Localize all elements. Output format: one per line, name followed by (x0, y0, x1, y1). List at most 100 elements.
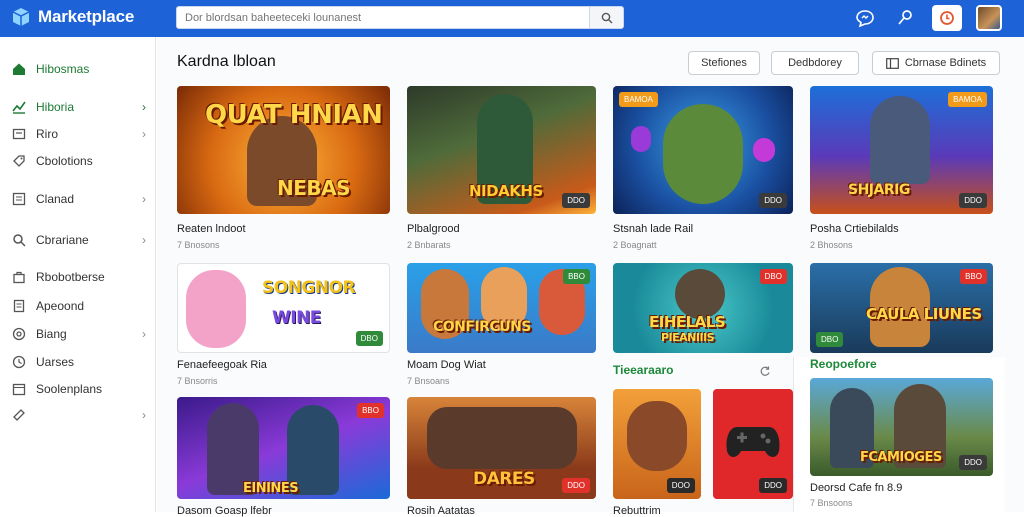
sidebar-item-5[interactable]: Cbrariane › (12, 229, 146, 251)
sidebar-item-0[interactable]: Hibosmas (12, 58, 146, 80)
game-name: Dasom Goasp lfebr (177, 505, 272, 517)
notification-icon (940, 11, 954, 25)
game-art-title: NIDAKHS (469, 182, 543, 200)
calendar-icon (12, 382, 26, 396)
top-actions (852, 5, 1002, 31)
user-avatar[interactable] (976, 5, 1002, 31)
game-name: Posha Crtiebilalds (810, 223, 899, 235)
box-icon (12, 127, 26, 141)
notifications-button[interactable] (932, 5, 962, 31)
header-button-0[interactable]: Stefiones (688, 51, 760, 75)
section-title: Tieearaaro (613, 363, 674, 377)
game-art-title: CAULA LIUNES (866, 305, 982, 323)
sidebar-item-label: Rbobotberse (36, 270, 105, 284)
header-button-1[interactable]: Dedbdorey (771, 51, 859, 75)
price-badge: DDO (562, 478, 590, 493)
sale-tag: BBO (563, 269, 590, 284)
search-button[interactable] (589, 7, 623, 28)
sale-tag: BAMOA (948, 92, 987, 107)
game-meta: 7 Bnsoons (810, 498, 853, 508)
game-meta: 2 Bhosons (810, 240, 853, 250)
search-icon (601, 12, 612, 23)
price-badge: DDO (959, 193, 987, 208)
character-figure (627, 401, 687, 471)
sidebar-item-7[interactable]: Apeoond (12, 295, 146, 317)
chevron-right-icon: › (142, 192, 146, 206)
game-card[interactable]: EIHELALS PIEANIIIS DBO (613, 263, 793, 353)
chevron-right-icon: › (142, 100, 146, 114)
game-art-subtitle: PIEANIIIS (661, 331, 715, 344)
game-art-subtitle: WINE (272, 308, 321, 328)
chat-button[interactable] (852, 5, 878, 31)
key-button[interactable] (892, 5, 918, 31)
home-icon (12, 62, 26, 76)
game-meta: 7 Bnsorris (177, 376, 218, 386)
refresh-icon[interactable] (759, 365, 771, 377)
game-name: Fenaefeegoak Ria (177, 359, 267, 371)
game-art-title: CONFIRCUNS (433, 319, 531, 335)
sidebar-item-11[interactable]: › (12, 404, 146, 426)
game-thumbnail: FCAMIOGES DDO (810, 378, 993, 476)
game-card[interactable]: DARES DDO Rosih Aatatas (407, 397, 596, 517)
game-art-title: SONGNOR (262, 278, 356, 298)
sidebar-item-label: Soolenplans (36, 382, 103, 396)
game-card[interactable]: EININES BBO Dasom Goasp lfebr (177, 397, 390, 517)
game-name: Deorsd Cafe fn 8.9 (810, 482, 903, 494)
game-card[interactable]: DOO Rebuttrim (613, 389, 701, 517)
game-name: Rebuttrim (613, 505, 661, 517)
sidebar-item-1[interactable]: Hiboria › (12, 96, 146, 118)
tag-icon (12, 154, 26, 168)
sidebar-item-label: Cbolotions (36, 154, 93, 168)
game-card[interactable]: CAULA LIUNES BBO DBO (810, 263, 993, 353)
game-art-title: DARES (473, 469, 535, 489)
price-badge: DBO (355, 331, 383, 346)
sidebar-item-8[interactable]: Biang › (12, 323, 146, 345)
price-badge: DOO (666, 478, 695, 493)
game-art-title: FCAMIOGES (860, 450, 942, 465)
game-thumbnail: CONFIRCUNS BBO (407, 263, 596, 353)
chevron-right-icon: › (142, 327, 146, 341)
game-card[interactable]: FCAMIOGES DDO Deorsd Cafe fn 8.9 7 Bnsoo… (810, 378, 993, 512)
game-name: Plbalgrood (407, 223, 460, 235)
sidebar-item-10[interactable]: Soolenplans (12, 378, 146, 400)
sidebar-item-4[interactable]: Clanad › (12, 188, 146, 210)
game-card[interactable]: BAMOA DDO Stsnah lade Rail 2 Boagnatt (613, 86, 793, 250)
search-icon (12, 233, 26, 247)
game-name: Stsnah lade Rail (613, 223, 694, 235)
game-thumbnail: SONGNOR WINE DBO (177, 263, 390, 353)
game-thumbnail: EININES BBO (177, 397, 390, 499)
game-thumbnail: NIDAKHS DDO (407, 86, 596, 214)
game-thumbnail: SHJARIG BAMOA DDO (810, 86, 993, 214)
game-card[interactable]: NIDAKHS DDO Plbalgrood 2 Bnbarats (407, 86, 596, 250)
game-card[interactable]: SHJARIG BAMOA DDO Posha Crtiebilalds 2 B… (810, 86, 993, 250)
header-button-label: Dedbdorey (788, 57, 842, 69)
game-art-subtitle: NEBAS (277, 176, 351, 200)
game-thumbnail: QUAT HNIAN NEBAS (177, 86, 390, 214)
search-input[interactable] (177, 7, 589, 28)
price-badge: DDO (759, 193, 787, 208)
character-figure (663, 104, 743, 204)
game-art-title: QUAT HNIAN (205, 100, 383, 130)
settings-icon (12, 327, 26, 341)
sidebar-item-3[interactable]: Cbolotions (12, 150, 146, 172)
bag-icon (12, 270, 26, 284)
tag-icon (12, 408, 26, 422)
header-button-2[interactable]: Cbrnase Bdinets (872, 51, 1000, 75)
sidebar: Hibosmas Hiboria › Riro › Cbolotions Cla… (0, 37, 156, 512)
game-card[interactable]: DDO (713, 389, 793, 499)
sidebar-item-6[interactable]: Rbobotberse (12, 266, 146, 288)
character-figure (675, 269, 725, 319)
app-logo[interactable]: Marketplace (10, 6, 134, 28)
price-badge: DDO (959, 455, 987, 470)
sidebar-item-2[interactable]: Riro › (12, 123, 146, 145)
price-badge: DBO (816, 332, 844, 347)
sale-tag: BBO (357, 403, 384, 418)
chat-icon (856, 10, 874, 28)
game-thumbnail: DOO (613, 389, 701, 499)
game-art-title: EIHELALS (649, 313, 726, 331)
price-badge: DDO (759, 478, 787, 493)
characters-group (427, 407, 577, 469)
sidebar-item-label: Riro (36, 127, 59, 141)
game-card[interactable]: QUAT HNIAN NEBAS Reaten lndoot 7 Bnosons (177, 86, 390, 250)
sidebar-item-9[interactable]: Uarses (12, 351, 146, 373)
